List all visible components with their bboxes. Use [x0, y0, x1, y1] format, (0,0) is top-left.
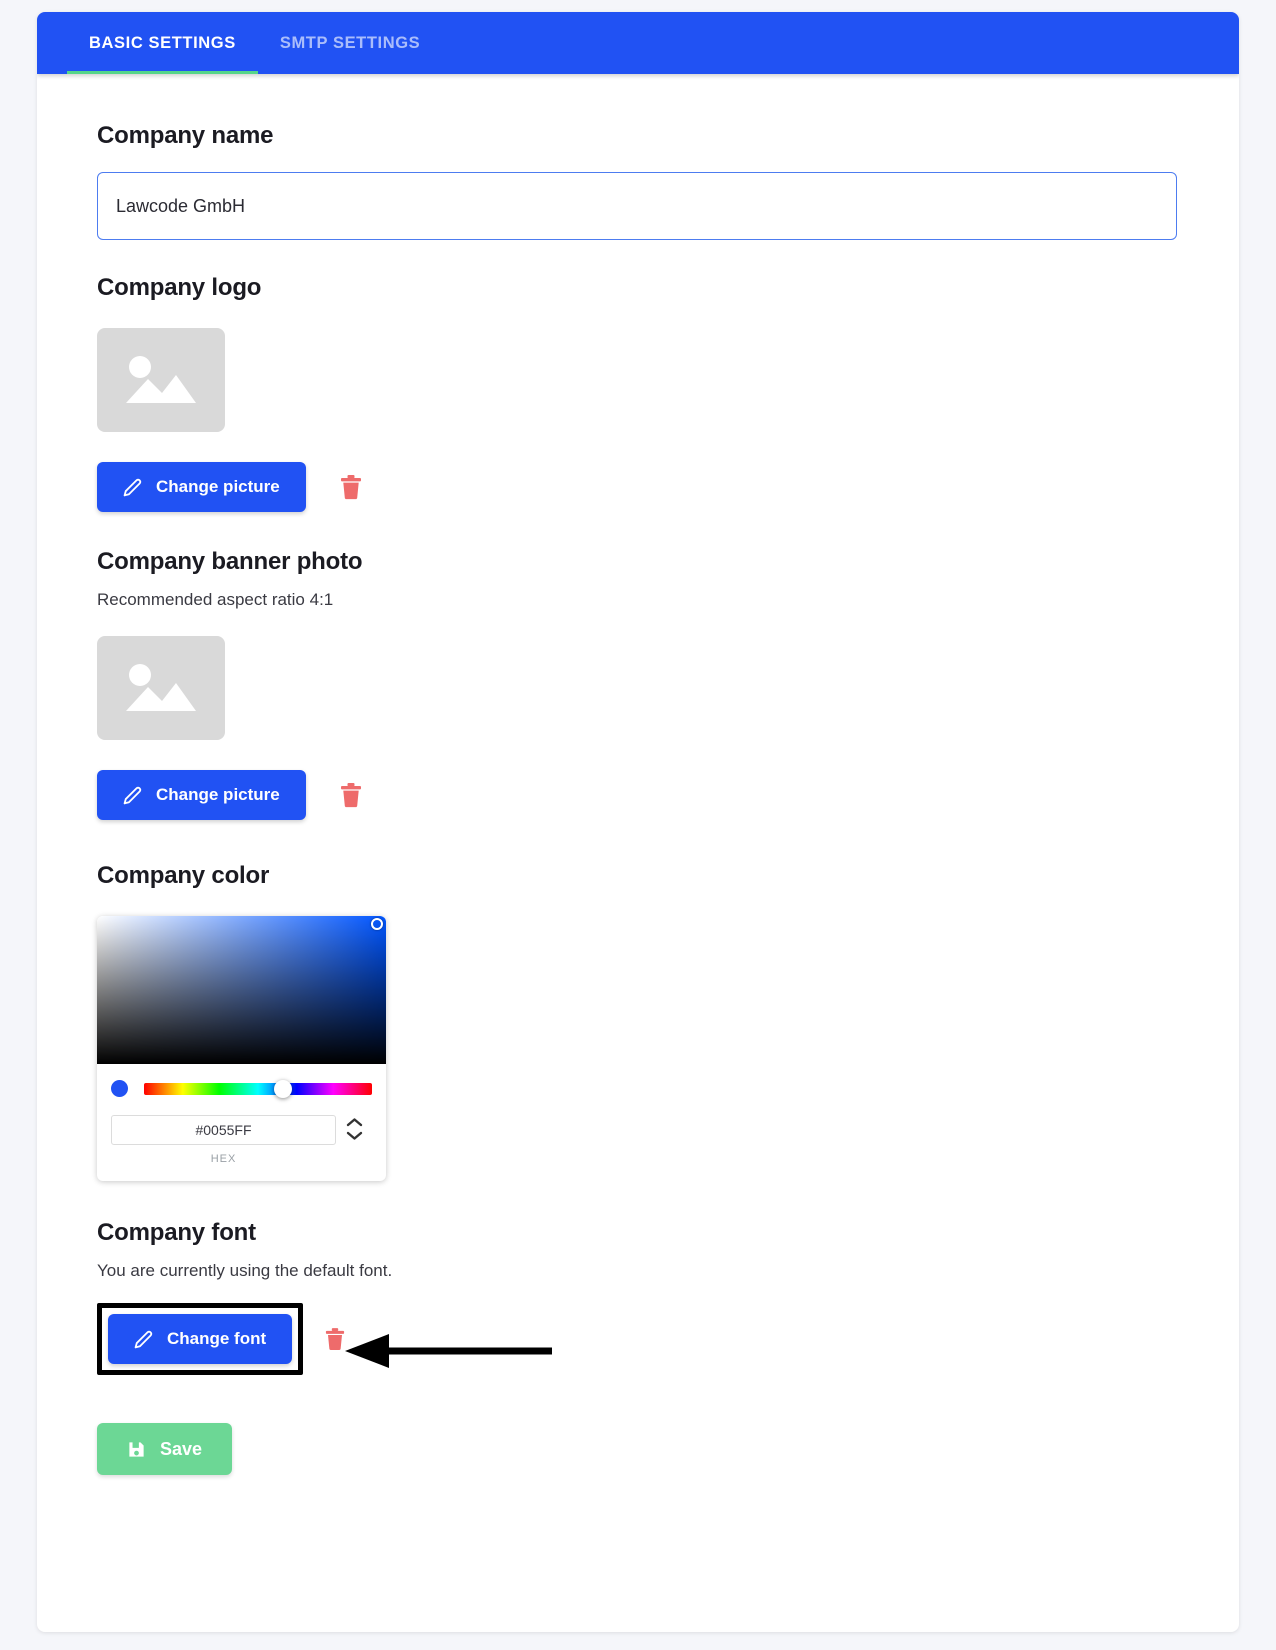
form-footer: Save [97, 1423, 1179, 1475]
change-banner-picture-button[interactable]: Change picture [97, 770, 306, 820]
chevron-down-icon[interactable] [346, 1130, 363, 1141]
company-banner-preview [97, 636, 225, 740]
company-font-heading: Company font [97, 1219, 256, 1246]
pencil-icon [123, 478, 142, 497]
company-logo-actions: Change picture [97, 462, 1179, 512]
company-color-heading: Company color [97, 862, 270, 889]
tab-bar: BASIC SETTINGS SMTP SETTINGS [37, 12, 1239, 74]
trash-icon [325, 1328, 345, 1354]
pencil-icon [134, 1330, 153, 1349]
company-name-input[interactable] [97, 172, 1177, 240]
company-logo-heading: Company logo [97, 274, 262, 301]
change-logo-picture-button[interactable]: Change picture [97, 462, 306, 512]
settings-card: BASIC SETTINGS SMTP SETTINGS Company nam… [37, 12, 1239, 1632]
company-name-heading: Company name [97, 122, 274, 149]
color-preview-swatch [111, 1080, 128, 1097]
company-banner-subtext: Recommended aspect ratio 4:1 [97, 590, 334, 609]
change-font-label: Change font [167, 1329, 267, 1348]
floppy-disk-icon [127, 1440, 146, 1459]
color-picker: HEX [97, 916, 386, 1181]
color-format-stepper [336, 1115, 372, 1141]
company-banner-heading: Company banner photo [97, 548, 363, 575]
page-root: BASIC SETTINGS SMTP SETTINGS Company nam… [0, 0, 1276, 1650]
trash-icon [340, 475, 362, 503]
hue-slider[interactable] [144, 1079, 372, 1098]
settings-form: Company name Company logo [37, 74, 1239, 1515]
color-hue-row [97, 1064, 386, 1101]
save-label: Save [160, 1438, 203, 1459]
trash-icon [340, 783, 362, 811]
color-saturation-area[interactable] [97, 916, 386, 1064]
delete-banner-button[interactable] [334, 776, 368, 814]
delete-logo-button[interactable] [334, 468, 368, 506]
tab-smtp-settings[interactable]: SMTP SETTINGS [258, 12, 442, 74]
change-font-highlight-box: Change font [97, 1303, 304, 1375]
company-logo-preview [97, 328, 225, 432]
company-font-actions: Change font [97, 1303, 1179, 1375]
hue-slider-handle[interactable] [274, 1079, 293, 1098]
image-placeholder-icon [116, 653, 206, 723]
image-placeholder-icon [116, 345, 206, 415]
color-hex-row: HEX [97, 1101, 386, 1181]
color-hex-label: HEX [210, 1153, 237, 1165]
tab-smtp-settings-label: SMTP SETTINGS [279, 33, 421, 52]
color-hex-field: HEX [111, 1115, 336, 1165]
company-font-subtext: You are currently using the default font… [97, 1261, 393, 1280]
change-logo-picture-label: Change picture [156, 477, 280, 496]
tab-basic-settings-label: BASIC SETTINGS [89, 33, 236, 52]
chevron-up-icon[interactable] [346, 1117, 363, 1128]
delete-font-button[interactable] [319, 1321, 351, 1357]
save-button[interactable]: Save [97, 1423, 233, 1475]
company-banner-actions: Change picture [97, 770, 1179, 820]
tab-basic-settings[interactable]: BASIC SETTINGS [67, 12, 258, 74]
color-hex-input[interactable] [111, 1115, 336, 1145]
pencil-icon [123, 786, 142, 805]
color-saturation-handle[interactable] [371, 918, 383, 930]
change-banner-picture-label: Change picture [156, 785, 280, 804]
change-font-button[interactable]: Change font [108, 1314, 293, 1364]
